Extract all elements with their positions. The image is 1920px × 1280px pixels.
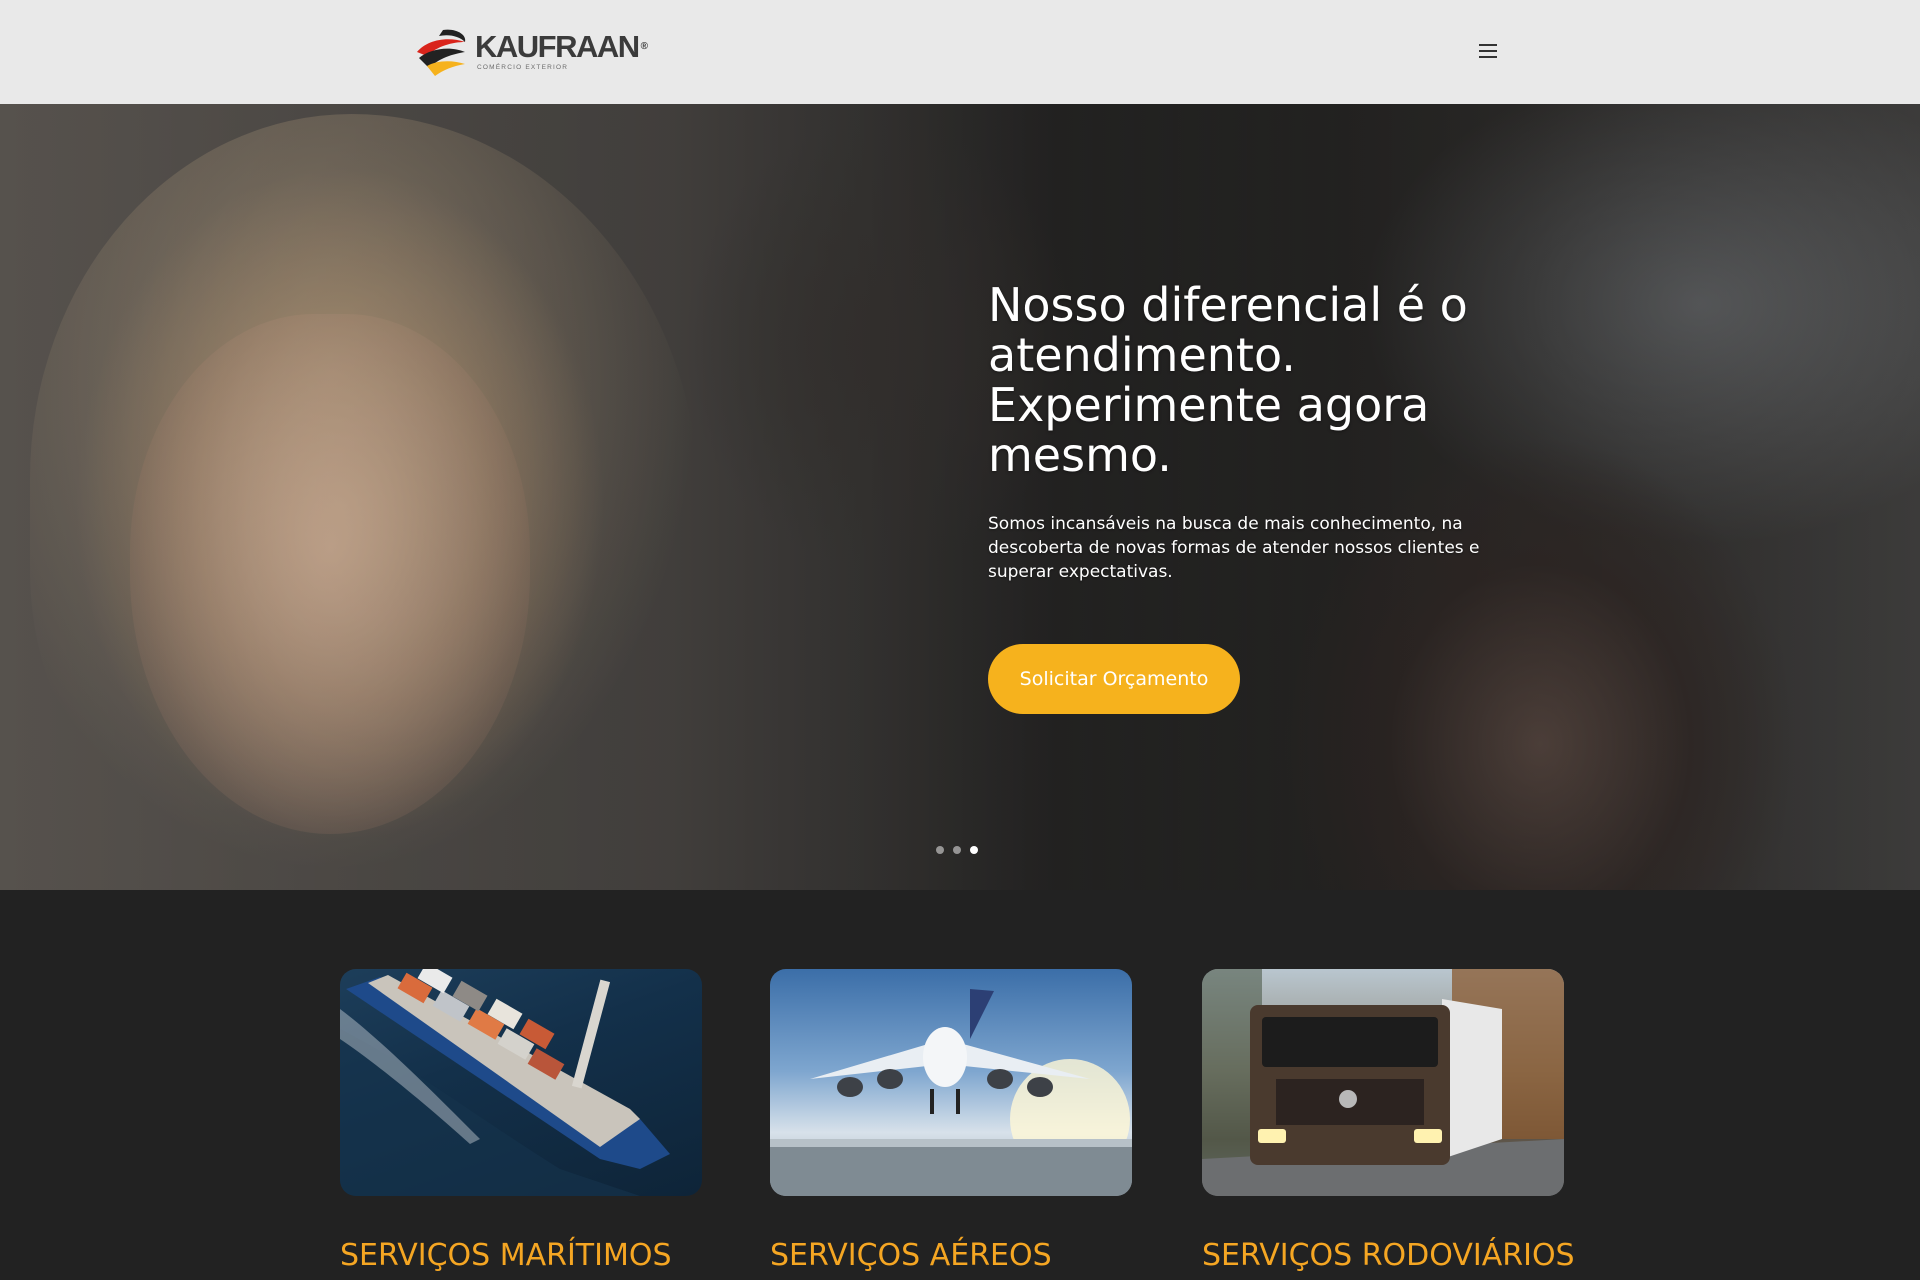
slider-dot-1[interactable] (936, 846, 944, 854)
service-title-road[interactable]: SERVIÇOS RODOVIÁRIOS (1202, 1238, 1575, 1273)
hamburger-icon[interactable] (1476, 40, 1502, 62)
truck-image[interactable] (1202, 969, 1564, 1196)
logo-wordmark: KAUFRAAN ® (475, 29, 648, 64)
airplane-image[interactable] (770, 969, 1132, 1196)
brand-logo[interactable]: KAUFRAAN ® COMÉRCIO EXTERIOR (413, 26, 648, 76)
logo-tagline: COMÉRCIO EXTERIOR (477, 64, 569, 71)
hero-description: Somos incansáveis na busca de mais conhe… (988, 514, 1480, 582)
service-title-maritime[interactable]: SERVIÇOS MARÍTIMOS (340, 1238, 672, 1273)
services-section: SERVIÇOS MARÍTIMOS SERVIÇOS AÉREOS SERVI… (0, 890, 1920, 1280)
slider-dot-3[interactable] (970, 846, 978, 854)
cargo-ship-image[interactable] (340, 969, 702, 1196)
logo-swoosh-icon (417, 29, 466, 76)
slider-dot-2[interactable] (953, 846, 961, 854)
site-header: KAUFRAAN ® COMÉRCIO EXTERIOR (0, 0, 1920, 104)
slider-dots (936, 846, 978, 854)
hero-title: Nosso diferencial é o atendimento. Exper… (988, 278, 1468, 482)
hero-overlay (0, 104, 1920, 890)
request-quote-button[interactable]: Solicitar Orçamento (988, 644, 1240, 714)
service-title-air[interactable]: SERVIÇOS AÉREOS (770, 1238, 1052, 1273)
hero-slider: Nosso diferencial é o atendimento. Exper… (0, 104, 1920, 890)
